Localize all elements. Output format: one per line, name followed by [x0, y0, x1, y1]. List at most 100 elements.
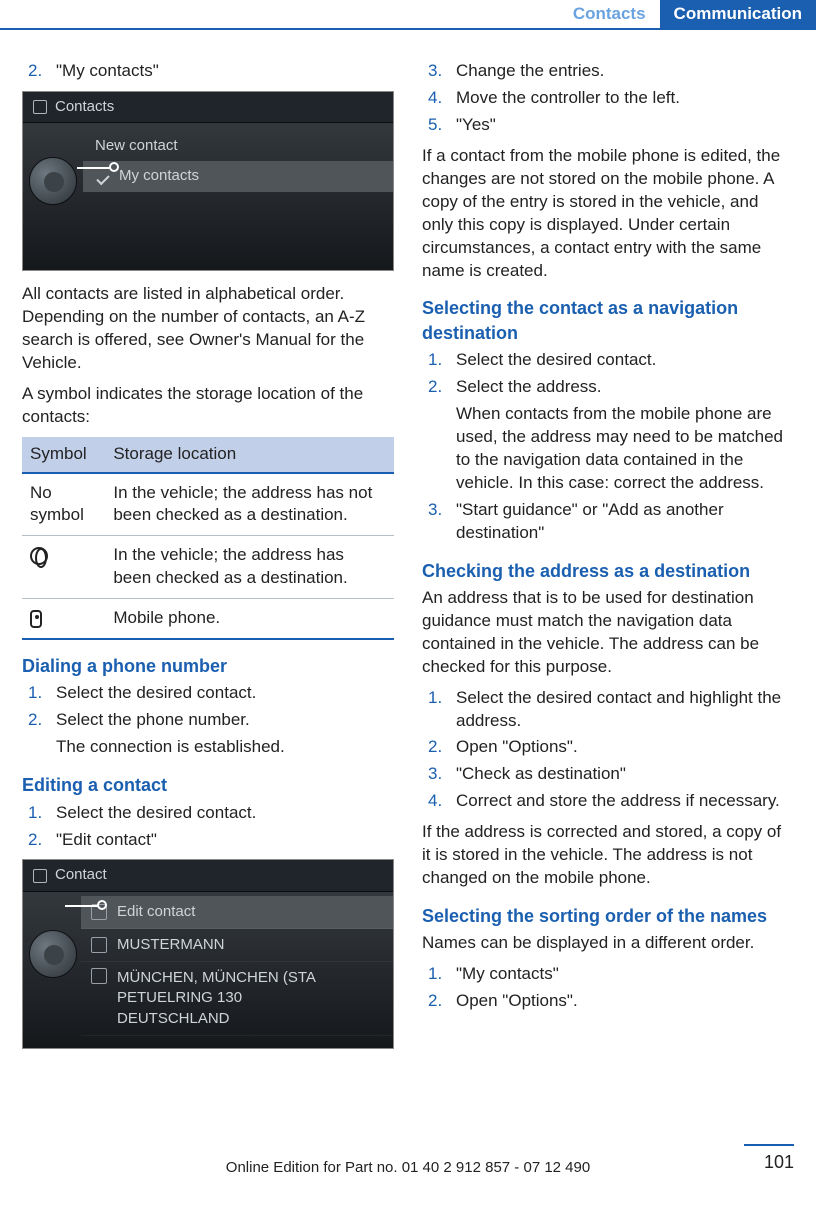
screenshot-title: Contacts: [55, 97, 114, 117]
table-header-symbol: Symbol: [22, 437, 105, 473]
list-item: 2. Select the address. When contacts fro…: [422, 376, 794, 495]
list-item: 1. Select the desired contact.: [22, 802, 394, 825]
step-number: 2.: [428, 376, 446, 495]
step-text: "Check as destination": [456, 763, 794, 786]
step-text: Open "Options".: [456, 990, 794, 1013]
header-section: Communication: [660, 0, 816, 28]
section-heading-dialing: Dialing a phone number: [22, 654, 394, 678]
step-number: 1.: [428, 963, 446, 986]
step-text: Select the address. When contacts from t…: [456, 376, 794, 495]
list-item: 1. Select the desired contact.: [22, 682, 394, 705]
steps-nav-dest: 1. Select the desired contact. 2. Select…: [422, 349, 794, 545]
step-main: Select the phone number.: [56, 710, 250, 729]
step-number: 1.: [28, 802, 46, 825]
step-text: Select the desired contact.: [56, 682, 394, 705]
steps-editing: 1. Select the desired contact. 2. "Edit …: [22, 802, 394, 852]
section-heading-check-dest: Checking the address as a destination: [422, 559, 794, 583]
page-content: 2. "My contacts" Contacts New contact My…: [0, 30, 816, 1061]
row-label: Edit contact: [117, 902, 195, 922]
row-name: MUSTERMANN: [81, 929, 393, 962]
footer-edition: Online Edition for Part no. 01 40 2 912 …: [22, 1158, 794, 1178]
step-number: 4.: [428, 87, 446, 110]
step-text: "Yes": [456, 114, 794, 137]
list-item: 5. "Yes": [422, 114, 794, 137]
screenshot-details: Edit contact MUSTERMANN MÜNCHEN, MÜNCHEN…: [23, 892, 393, 1036]
step-number: 3.: [428, 763, 446, 786]
contacts-icon: [33, 100, 47, 114]
step-text: Correct and store the address if necessa…: [456, 790, 794, 813]
screenshot-edit-contact: Contact Edit contact MUSTERMANN MÜNCHEN,…: [22, 859, 394, 1049]
left-column: 2. "My contacts" Contacts New contact My…: [22, 60, 394, 1061]
check-icon: [95, 170, 109, 184]
table-header-row: Symbol Storage location: [22, 437, 394, 473]
paragraph: A symbol indicates the storage location …: [22, 383, 394, 429]
step-text: Move the controller to the left.: [456, 87, 794, 110]
step-subtext: The connection is established.: [56, 736, 394, 759]
step-text: "My contacts": [456, 963, 794, 986]
table-row: No symbol In the vehicle; the address ha…: [22, 473, 394, 536]
idrive-knob-icon: [29, 157, 77, 205]
step-continuation: 2. "My contacts": [22, 60, 394, 83]
contact-icon: [33, 869, 47, 883]
menu-item-new-contact: New contact: [83, 131, 393, 161]
steps-dialing: 1. Select the desired contact. 2. Select…: [22, 682, 394, 759]
paragraph: If the address is corrected and stored, …: [422, 821, 794, 890]
step-number: 1.: [428, 687, 446, 733]
step-number: 3.: [428, 60, 446, 83]
row-label: MÜNCHEN, MÜNCHEN (STA PETUELRING 130 DEU…: [117, 968, 316, 1029]
screenshot-titlebar: Contacts: [23, 92, 393, 123]
address-line: DEUTSCHLAND: [117, 1009, 316, 1029]
list-item: 2. "Edit contact": [22, 829, 394, 852]
step-number: 2.: [28, 709, 46, 759]
header-chapter: Contacts: [559, 0, 660, 28]
steps-check-dest: 1. Select the desired contact and highli…: [422, 687, 794, 814]
step-text: Select the desired contact.: [456, 349, 794, 372]
screenshot-menu: New contact My contacts: [23, 123, 393, 192]
paragraph: If a contact from the mobile phone is ed…: [422, 145, 794, 283]
address-line: PETUELRING 130: [117, 988, 316, 1008]
menu-item-label: My contacts: [119, 166, 199, 186]
list-item: 2. Open "Options".: [422, 990, 794, 1013]
table-row: In the vehicle; the address has been che…: [22, 536, 394, 599]
section-heading-nav-dest: Selecting the contact as a navigation de…: [422, 296, 794, 345]
symbol-table: Symbol Storage location No symbol In the…: [22, 437, 394, 641]
location-cell: In the vehicle; the address has been che…: [105, 536, 394, 599]
step-number: 2.: [28, 829, 46, 852]
symbol-cell: [22, 536, 105, 599]
location-cell: Mobile phone.: [105, 599, 394, 639]
list-item: 3. Change the entries.: [422, 60, 794, 83]
step-number: 1.: [428, 349, 446, 372]
step-number: 1.: [28, 682, 46, 705]
list-item: 3. "Check as destination": [422, 763, 794, 786]
list-item: 1. "My contacts": [422, 963, 794, 986]
step-text: "Edit contact": [56, 829, 394, 852]
section-heading-sort: Selecting the sorting order of the names: [422, 904, 794, 928]
step-text: "Start guidance" or "Add as another dest…: [456, 499, 794, 545]
callout-line: [109, 162, 119, 172]
mobile-phone-icon: [30, 610, 42, 628]
list-item: 1. Select the desired contact and highli…: [422, 687, 794, 733]
list-item: 2. Select the phone number. The connecti…: [22, 709, 394, 759]
screenshot-title: Contact: [55, 865, 107, 885]
page-header: Contacts Communication: [0, 0, 816, 30]
list-item: 4. Correct and store the address if nece…: [422, 790, 794, 813]
step-number: 5.: [428, 114, 446, 137]
step-main: Select the address.: [456, 377, 602, 396]
location-cell: In the vehicle; the address has not been…: [105, 473, 394, 536]
step-text: Change the entries.: [456, 60, 794, 83]
row-address: MÜNCHEN, MÜNCHEN (STA PETUELRING 130 DEU…: [81, 962, 393, 1036]
table-header-location: Storage location: [105, 437, 394, 473]
list-item: 4. Move the controller to the left.: [422, 87, 794, 110]
step-number: 4.: [428, 790, 446, 813]
menu-item-my-contacts: My contacts: [83, 161, 393, 191]
step-number: 2.: [28, 60, 46, 83]
step-text: Select the phone number. The connection …: [56, 709, 394, 759]
right-column: 3. Change the entries. 4. Move the contr…: [422, 60, 794, 1061]
list-item: 1. Select the desired contact.: [422, 349, 794, 372]
screenshot-titlebar: Contact: [23, 860, 393, 891]
row-edit-contact: Edit contact: [81, 896, 393, 929]
paragraph: An address that is to be used for destin…: [422, 587, 794, 679]
list-item: 2. Open "Options".: [422, 736, 794, 759]
paragraph: Names can be displayed in a different or…: [422, 932, 794, 955]
symbol-cell: [22, 599, 105, 639]
